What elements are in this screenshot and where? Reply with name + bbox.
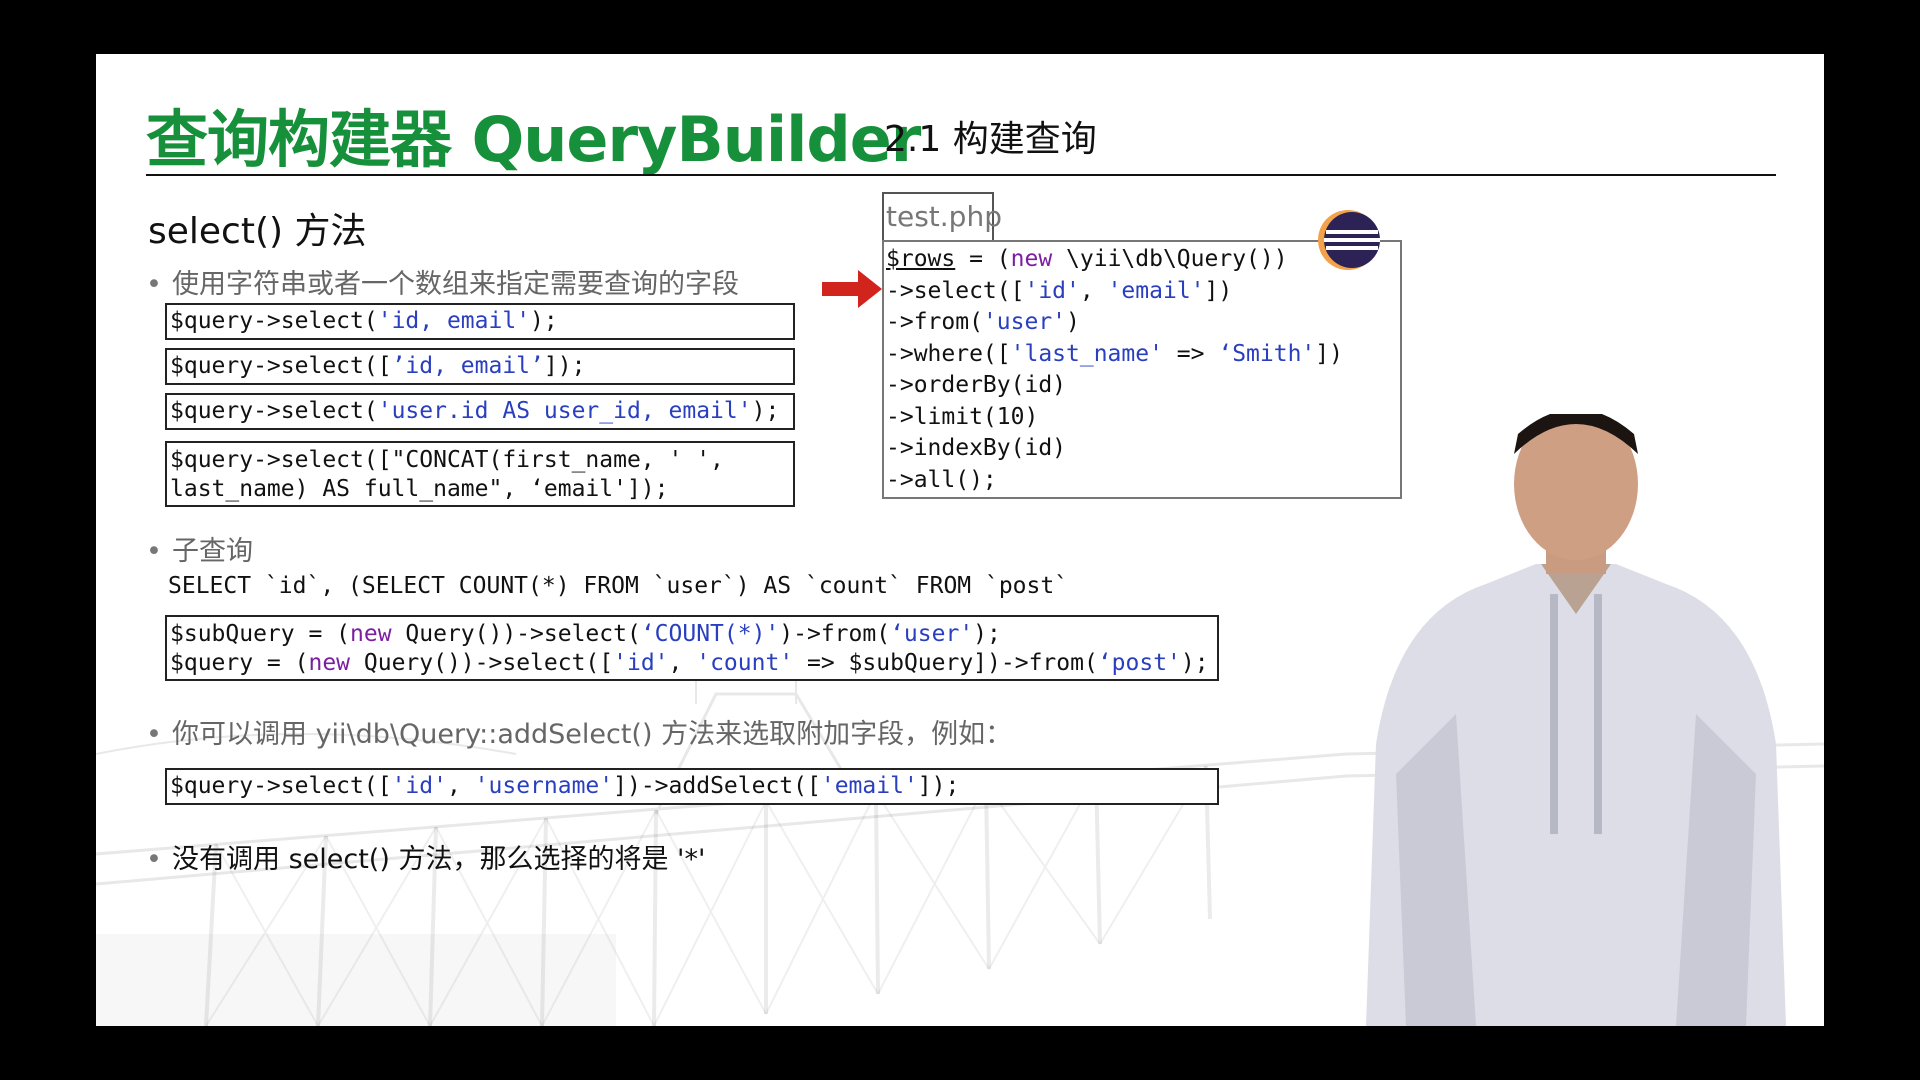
- editor-line: ->indexBy(id): [886, 435, 1067, 461]
- code-text: ]);: [543, 353, 586, 379]
- section-heading: select() 方法: [148, 211, 367, 252]
- red-arrow-icon: [822, 270, 882, 308]
- editor-line: ->orderBy(id): [886, 372, 1067, 398]
- code-editor[interactable]: $rows = (new \yii\db\Query()) ->select(['…: [882, 240, 1402, 499]
- presenter-video: [1366, 414, 1786, 1026]
- bullet-default-select: • 没有调用 select() 方法，那么选择的将是 '*': [146, 837, 705, 876]
- bullet-dot: •: [146, 536, 162, 567]
- code-text: $query->select(: [170, 398, 378, 424]
- bullet-text: 你可以调用 yii\db\Query::addSelect() 方法来选取附加字…: [172, 719, 1013, 750]
- code-string: 'user.id AS user_id, email': [377, 398, 752, 424]
- code-example-array: $query->select([’id, email’]);: [165, 348, 795, 385]
- bullet-dot: •: [146, 844, 162, 875]
- slide: 查询构建器 QueryBuilder 2.1 构建查询 select() 方法 …: [96, 54, 1824, 1026]
- bullet-add-select: • 你可以调用 yii\db\Query::addSelect() 方法来选取附加…: [146, 712, 1012, 751]
- code-text: $query->select(: [170, 308, 378, 334]
- code-line: $query->select(["CONCAT(first_name, ' ',: [170, 447, 724, 473]
- bullet-text: 没有调用 select() 方法，那么选择的将是 '*': [172, 844, 706, 875]
- editor-line: ->limit(10): [886, 403, 1039, 430]
- code-subquery: $subQuery = (new Query())->select(‘COUNT…: [165, 615, 1219, 681]
- code-example-alias: $query->select('user.id AS user_id, emai…: [165, 393, 795, 430]
- code-string: ’id, email’: [391, 353, 544, 379]
- editor-file-tab[interactable]: test.php: [882, 192, 1002, 240]
- bullet-text: 使用字符串或者一个数组来指定需要查询的字段: [172, 269, 739, 300]
- editor-line: ->select(['id', 'email']): [886, 277, 1233, 304]
- editor-line: ->where(['last_name' => ‘Smith']): [886, 340, 1343, 367]
- code-line: $query = (new Query())->select(['id', 'c…: [170, 650, 1209, 676]
- bullet-subquery: • 子查询: [146, 529, 253, 568]
- slide-subtitle: 2.1 构建查询: [884, 119, 1097, 160]
- editor-line: ->from('user'): [886, 309, 1080, 335]
- code-add-select: $query->select(['id', 'username'])->addS…: [165, 768, 1219, 805]
- bullet-text: 子查询: [172, 536, 253, 567]
- code-example-concat: $query->select(["CONCAT(first_name, ' ',…: [165, 441, 795, 507]
- code-line: last_name) AS full_name", ‘email']);: [170, 476, 669, 502]
- editor-line: ->all();: [886, 466, 997, 493]
- bullet-select-fields: • 使用字符串或者一个数组来指定需要查询的字段: [146, 262, 739, 301]
- code-text: );: [751, 398, 780, 424]
- bullet-dot: •: [146, 269, 162, 300]
- bullet-dot: •: [146, 719, 162, 750]
- code-line: $subQuery = (new Query())->select(‘COUNT…: [170, 621, 1001, 647]
- title-divider: [146, 174, 1776, 176]
- code-text: );: [530, 308, 558, 334]
- code-example-string: $query->select('id, email');: [165, 303, 795, 340]
- code-string: 'id, email': [377, 308, 531, 334]
- eclipse-ide-icon: [1318, 210, 1380, 270]
- subquery-sql: SELECT `id`, (SELECT COUNT(*) FROM `user…: [168, 573, 1069, 599]
- code-text: $query->select([: [170, 353, 392, 379]
- slide-title: 查询构建器 QueryBuilder: [146, 103, 921, 176]
